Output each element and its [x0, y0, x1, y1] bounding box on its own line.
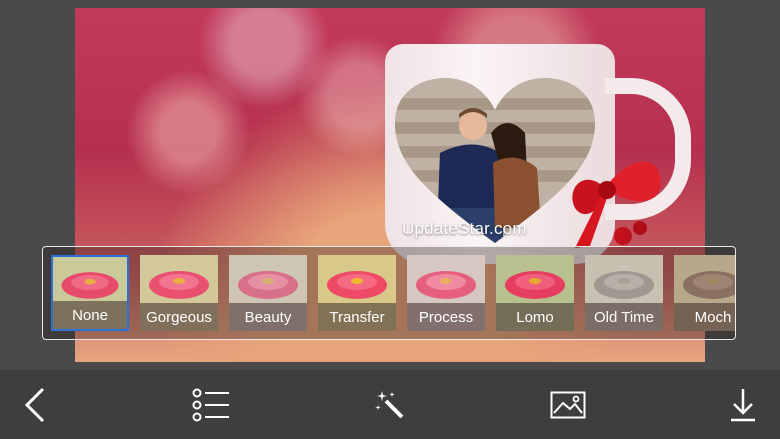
filter-label: Process	[407, 303, 485, 331]
list-icon	[192, 388, 229, 422]
filter-label: Lomo	[496, 303, 574, 331]
filter-label: Transfer	[318, 303, 396, 331]
red-bow-decoration	[572, 161, 661, 248]
bottom-toolbar	[0, 370, 780, 439]
list-button[interactable]	[188, 382, 234, 428]
filter-label: Moch	[674, 303, 735, 331]
filter-moch[interactable]: Moch	[674, 255, 735, 331]
image-button[interactable]	[545, 382, 591, 428]
filter-strip[interactable]: None Gorgeous Beauty Transfer Process Lo…	[42, 246, 736, 340]
magic-wand-button[interactable]	[367, 382, 413, 428]
filter-gorgeous[interactable]: Gorgeous	[140, 255, 218, 331]
filter-transfer[interactable]: Transfer	[318, 255, 396, 331]
filter-label: None	[53, 301, 127, 329]
image-icon	[550, 391, 586, 419]
filter-none[interactable]: None	[51, 255, 129, 331]
filter-label: Gorgeous	[140, 303, 218, 331]
filter-lomo[interactable]: Lomo	[496, 255, 574, 331]
filter-beauty[interactable]: Beauty	[229, 255, 307, 331]
magic-wand-icon	[375, 391, 404, 419]
download-button[interactable]	[720, 382, 766, 428]
back-chevron-icon	[24, 387, 45, 423]
download-icon	[731, 389, 755, 422]
back-button[interactable]	[12, 382, 58, 428]
filter-old-time[interactable]: Old Time	[585, 255, 663, 331]
filter-label: Beauty	[229, 303, 307, 331]
filter-label: Old Time	[585, 303, 663, 331]
watermark-text: UpdateStar.com	[402, 219, 527, 238]
filter-process[interactable]: Process	[407, 255, 485, 331]
